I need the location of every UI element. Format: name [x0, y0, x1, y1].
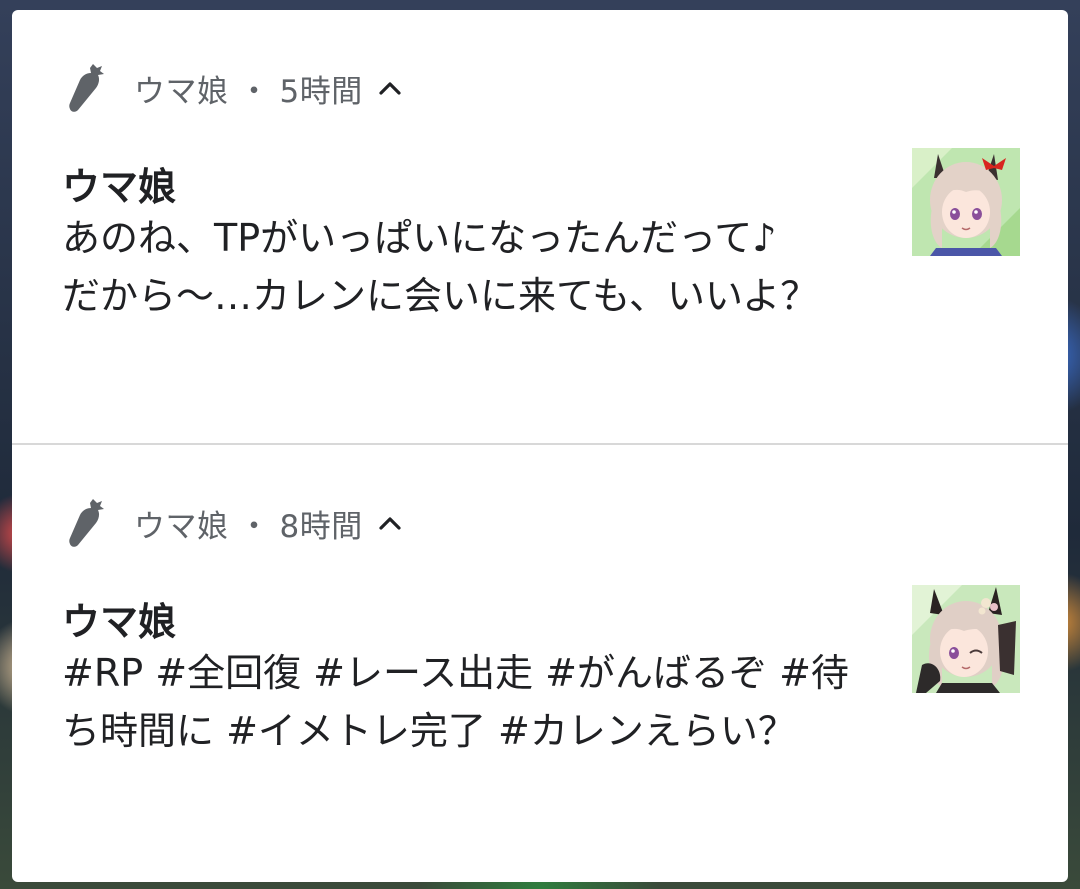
notification-item[interactable]: ウマ娘 ・ 8時間 ウマ娘 #RP #全回復 #レース出走 #がんばるぞ #待ち… [12, 445, 1068, 882]
character-avatar[interactable] [912, 148, 1020, 256]
notification-title: ウマ娘 [62, 165, 177, 209]
notification-body: あのね、TPがいっぱいになったんだって♪ だから～…カレンに会いに来ても、いいよ… [62, 216, 819, 318]
notification-header[interactable]: ウマ娘 ・ 5時間 [64, 62, 403, 114]
chevron-up-icon[interactable] [377, 513, 403, 533]
notification-time: 5時間 [279, 73, 363, 110]
header-separator: ・ [238, 508, 270, 545]
app-name: ウマ娘 [134, 73, 229, 110]
chevron-up-icon[interactable] [377, 78, 403, 98]
notification-body: #RP #全回復 #レース出走 #がんばるぞ #待ち時間に #イメトレ完了 #カ… [62, 651, 849, 753]
carrot-icon [64, 62, 108, 114]
app-name: ウマ娘 [134, 508, 229, 545]
notification-title: ウマ娘 [62, 600, 177, 644]
header-separator: ・ [238, 73, 270, 110]
notification-header[interactable]: ウマ娘 ・ 8時間 [64, 497, 403, 549]
carrot-icon [64, 497, 108, 549]
character-avatar[interactable] [912, 585, 1020, 693]
notification-panel: ウマ娘 ・ 5時間 ウマ娘 あのね、TPがいっぱいになったんだって♪ だから～…… [12, 10, 1068, 882]
notification-item[interactable]: ウマ娘 ・ 5時間 ウマ娘 あのね、TPがいっぱいになったんだって♪ だから～…… [12, 10, 1068, 443]
notification-time: 8時間 [279, 508, 363, 545]
